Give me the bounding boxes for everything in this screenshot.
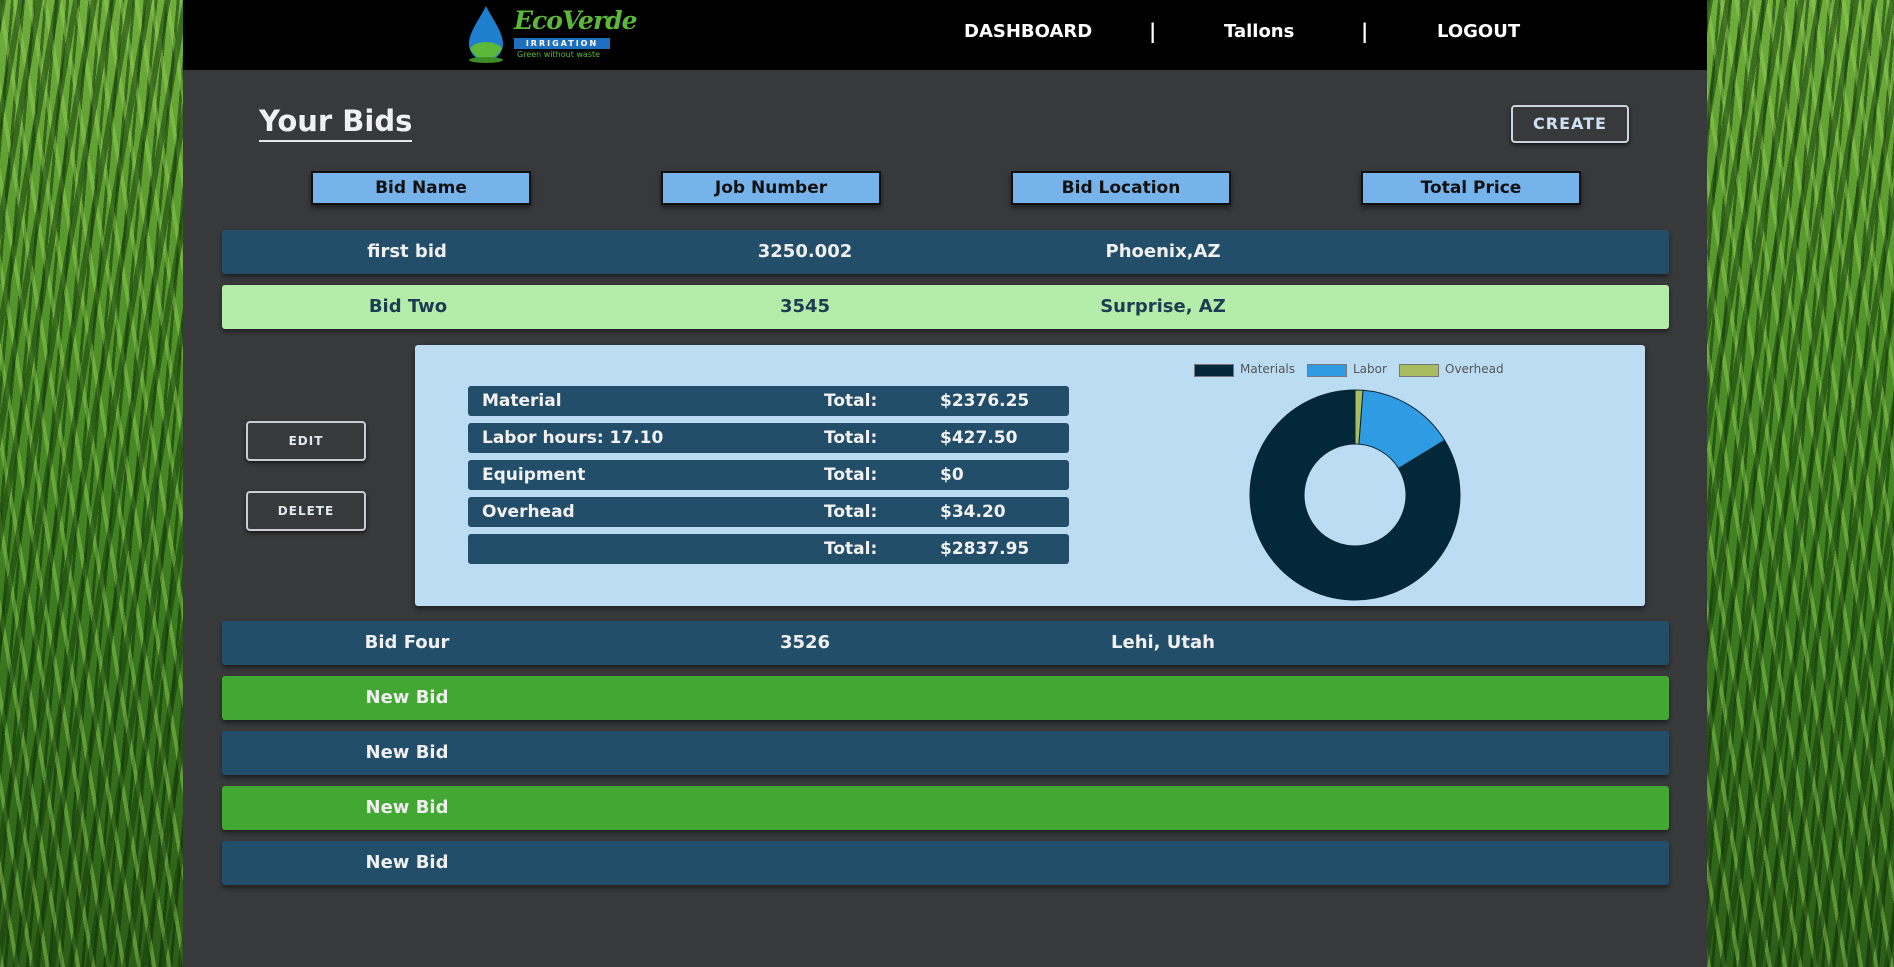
nav-dashboard-link[interactable]: DASHBOARD	[964, 0, 1092, 66]
cost-label: Material	[482, 391, 562, 411]
legend-swatch-overhead	[1399, 364, 1439, 377]
bid-row[interactable]: New Bid	[222, 676, 1669, 720]
logo-brand-text: EcoVerde	[514, 6, 638, 35]
page-title: Your Bids	[259, 104, 413, 142]
nav-logout-link[interactable]: LOGOUT	[1437, 0, 1520, 66]
delete-bid-button[interactable]: DELETE	[246, 491, 366, 531]
legend-swatch-materials	[1194, 364, 1234, 377]
cost-total-label: Total:	[824, 428, 878, 448]
bid-location: Surprise, AZ	[1100, 296, 1226, 317]
bid-location: Lehi, Utah	[1111, 632, 1215, 653]
bid-job-number: 3250.002	[757, 241, 853, 262]
top-navbar: EcoVerde IRRIGATION Green without waste …	[183, 0, 1707, 70]
water-drop-icon	[469, 6, 503, 63]
bid-name: New Bid	[365, 687, 449, 708]
cost-row-labor: Labor hours: 17.10 Total: $427.50	[468, 423, 1069, 453]
bid-name: New Bid	[365, 742, 449, 763]
nav-user-link[interactable]: Tallons	[1224, 0, 1294, 66]
bid-name: New Bid	[365, 797, 449, 818]
cost-value: $2376.25	[940, 391, 1030, 411]
cost-label: Overhead	[482, 502, 575, 522]
edit-bid-button[interactable]: EDIT	[246, 421, 366, 461]
cost-row-overhead: Overhead Total: $34.20	[468, 497, 1069, 527]
column-header-bid-name[interactable]: Bid Name	[311, 171, 531, 205]
grass-background-right	[1707, 0, 1894, 967]
nav-separator: |	[1361, 19, 1369, 43]
cost-row-grand-total: Total: $2837.95	[468, 534, 1069, 564]
cost-total-label: Total:	[824, 502, 878, 522]
bid-location: Phoenix,AZ	[1105, 241, 1221, 262]
create-bid-button[interactable]: CREATE	[1511, 105, 1629, 143]
column-header-job-number[interactable]: Job Number	[661, 171, 881, 205]
column-header-total-price[interactable]: Total Price	[1361, 171, 1581, 205]
column-header-bid-location[interactable]: Bid Location	[1011, 171, 1231, 205]
bid-row[interactable]: first bid 3250.002 Phoenix,AZ	[222, 230, 1669, 274]
cost-total-label: Total:	[824, 465, 878, 485]
cost-value: $34.20	[940, 502, 1006, 522]
cost-row-material: Material Total: $2376.25	[468, 386, 1069, 416]
bid-name: Bid Four	[364, 632, 450, 653]
cost-value: $427.50	[940, 428, 1018, 448]
bid-row[interactable]: New Bid	[222, 786, 1669, 830]
nav-separator: |	[1149, 19, 1157, 43]
cost-label: Labor hours: 17.10	[482, 428, 664, 448]
bid-row[interactable]: New Bid	[222, 841, 1669, 885]
cost-row-equipment: Equipment Total: $0	[468, 460, 1069, 490]
bid-row[interactable]: Bid Four 3526 Lehi, Utah	[222, 621, 1669, 665]
bid-detail-panel: Material Total: $2376.25 Labor hours: 17…	[415, 345, 1645, 606]
cost-total-label: Total:	[824, 391, 878, 411]
legend-label-materials: Materials	[1240, 362, 1296, 376]
cost-value: $2837.95	[940, 539, 1030, 559]
bid-row-selected[interactable]: Bid Two 3545 Surprise, AZ	[222, 285, 1669, 329]
cost-breakdown-donut-chart	[1249, 389, 1461, 601]
legend-label-overhead: Overhead	[1445, 362, 1504, 376]
legend-swatch-labor	[1307, 364, 1347, 377]
grass-background-left	[0, 0, 183, 967]
cost-total-label: Total:	[824, 539, 878, 559]
cost-value: $0	[940, 465, 964, 485]
bid-name: New Bid	[365, 852, 449, 873]
bid-row[interactable]: New Bid	[222, 731, 1669, 775]
bid-job-number: 3526	[779, 632, 831, 653]
logo-subtitle: IRRIGATION	[514, 38, 610, 49]
legend-label-labor: Labor	[1353, 362, 1387, 376]
bid-job-number: 3545	[779, 296, 831, 317]
bid-name: first bid	[367, 241, 447, 262]
cost-label: Equipment	[482, 465, 586, 485]
logo-tagline: Green without waste	[517, 50, 601, 59]
bid-name: Bid Two	[368, 296, 448, 317]
app-container: EcoVerde IRRIGATION Green without waste …	[183, 0, 1707, 967]
ecoverde-logo[interactable]: EcoVerde IRRIGATION Green without waste	[465, 4, 638, 64]
